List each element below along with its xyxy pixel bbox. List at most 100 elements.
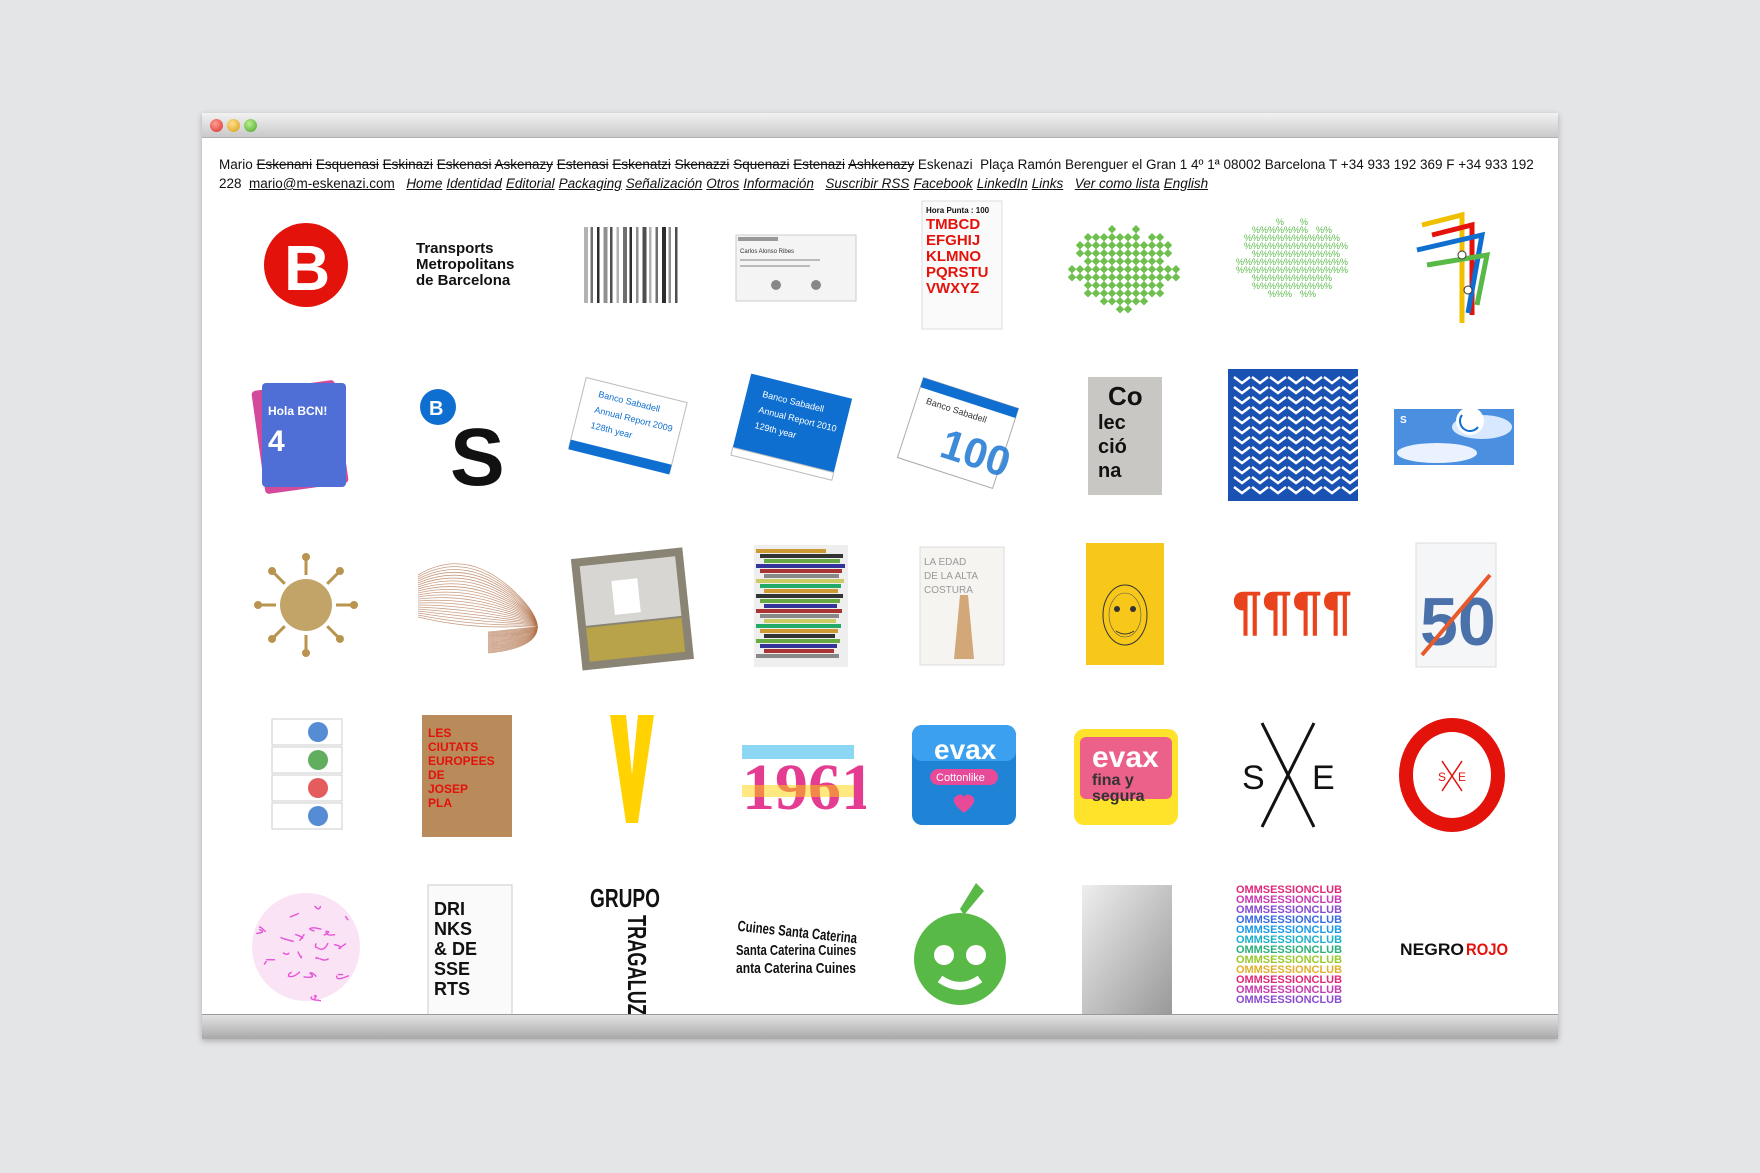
thumbnail-green-map-dragon[interactable] bbox=[1054, 195, 1194, 335]
svg-text:segura: segura bbox=[1092, 788, 1145, 805]
minimize-icon[interactable] bbox=[227, 119, 240, 132]
thumbnail-omm-session-club[interactable]: OMMSESSIONCLUB OMMSESSIONCLUB OMMSESSIONCL… bbox=[1218, 875, 1358, 1015]
thumbnail-portrait-strip-cards[interactable] bbox=[236, 705, 376, 845]
thumbnail-sxe-logo[interactable]: SE bbox=[1218, 705, 1358, 845]
thumbnail-negro-rojo-logo[interactable]: NEGRO ROJO bbox=[1382, 875, 1522, 1015]
svg-text:%: % bbox=[1324, 281, 1332, 291]
thumbnail-metro-number-one[interactable] bbox=[1382, 195, 1522, 335]
svg-text:S: S bbox=[1400, 415, 1407, 426]
yellow-v-logo-image bbox=[610, 715, 654, 823]
thumbnail-blue-chevron-pattern[interactable] bbox=[1218, 365, 1360, 505]
link-list-view[interactable]: Ver como lista bbox=[1075, 176, 1160, 191]
thumbnail-copper-wave-sculpture[interactable] bbox=[398, 535, 538, 675]
link-linkedin[interactable]: LinkedIn bbox=[977, 176, 1028, 191]
struck-name: Askenazy bbox=[494, 157, 554, 172]
svg-text:Carlos Alonso Ribes: Carlos Alonso Ribes bbox=[740, 249, 794, 255]
thumbnail-business-card[interactable]: Carlos Alonso Ribes bbox=[726, 195, 866, 335]
thumbnail-b-logo-red[interactable]: B bbox=[236, 195, 376, 335]
thumbnail-hola-bcn-cards[interactable]: Hola BCN! 4 bbox=[236, 365, 376, 505]
thumbnail-colorful-1961-type[interactable]: 1961 bbox=[726, 705, 874, 845]
nav-home[interactable]: Home bbox=[406, 176, 442, 191]
thumbnail-magenta-circle-pattern[interactable] bbox=[236, 875, 376, 1015]
pilcrow-logo-image: ¶¶¶¶ bbox=[1232, 581, 1352, 641]
close-icon[interactable] bbox=[210, 119, 223, 132]
thumbnail-tmb-wordmark[interactable]: Transports Metropolitans de Barcelona bbox=[398, 195, 538, 335]
hola-bcn-cards-image: Hola BCN! 4 bbox=[251, 380, 349, 494]
thumbnail-sabadell-100-book[interactable]: Banco Sabadell 100 bbox=[890, 365, 1030, 505]
nav-editorial[interactable]: Editorial bbox=[506, 176, 555, 191]
svg-text:%: % bbox=[1316, 281, 1324, 291]
thumbnail-annual-report-2009[interactable]: Banco Sabadell Annual Report 2009 128th ye… bbox=[562, 365, 702, 505]
annual-report-2009-image: Banco SabadellAnnual Report 2009128th ye… bbox=[568, 376, 688, 475]
svg-text:%: % bbox=[1284, 289, 1292, 299]
thumbnail-bs-logo[interactable]: BS bbox=[398, 365, 538, 505]
thumbnail-silver-book[interactable] bbox=[1054, 875, 1194, 1015]
nav-identidad[interactable]: Identidad bbox=[446, 176, 502, 191]
thumbnail-barcode-pattern[interactable] bbox=[562, 195, 702, 335]
thumbnail-ciutats-europees-book[interactable]: LES CIUTATS EUROPEES DE JOSEP PLA bbox=[398, 705, 538, 845]
svg-text:& DE: & DE bbox=[434, 939, 477, 959]
thumbnail-drinks-desserts-menu[interactable]: DRI NKS & DE SSE RTS bbox=[398, 875, 538, 1015]
svg-text:Co: Co bbox=[1108, 381, 1143, 411]
thumbnail-red-o-sxe-logo[interactable]: SE bbox=[1382, 705, 1522, 845]
thumbnail-green-percent-map[interactable]: %%%%%%%%%%%%%%%%%%%%%%%%%%%%%%%%%%%%%%%%… bbox=[1218, 195, 1358, 335]
svg-text:PQRSTU: PQRSTU bbox=[926, 264, 989, 281]
nav-informacion[interactable]: Información bbox=[743, 176, 814, 191]
thumbnail-yellow-portrait-book[interactable] bbox=[1054, 535, 1194, 675]
evax-fina-pack-image: evaxfina ysegura bbox=[1074, 729, 1178, 825]
thumbnail-cuines-santa-caterina[interactable]: Cuines Santa Caterina Santa Caterina Cuin… bbox=[726, 875, 866, 1015]
svg-text:DE LA ALTA: DE LA ALTA bbox=[924, 571, 978, 582]
svg-text:anta Caterina Cuines: anta Caterina Cuines bbox=[736, 960, 856, 977]
thumbnail-coleccion-book[interactable]: Co lec ció na bbox=[1054, 365, 1194, 505]
nav-senalizacion[interactable]: Señalización bbox=[626, 176, 703, 191]
last-name: Eskenazi bbox=[917, 157, 973, 172]
svg-text:RTS: RTS bbox=[434, 979, 470, 999]
link-rss[interactable]: Suscribir RSS bbox=[825, 176, 909, 191]
link-english[interactable]: English bbox=[1164, 176, 1208, 191]
nav-otros[interactable]: Otros bbox=[706, 176, 739, 191]
evax-cottonlike-pack-image: evax Cottonlike bbox=[912, 725, 1016, 825]
svg-text:E: E bbox=[1312, 759, 1335, 797]
thumbnail-annual-report-2010[interactable]: Banco Sabadell Annual Report 2010 129th ye… bbox=[726, 365, 866, 505]
thumbnail-la-edad-book[interactable]: LA EDAD DE LA ALTA COSTURA bbox=[890, 535, 1030, 675]
thumbnail-interior-photo-book[interactable] bbox=[562, 535, 702, 675]
thumbnail-hora-punta-poster[interactable]: Hora Punta : 100 TMBCD EFGHIJ KLMNO PQRSTU VW… bbox=[890, 195, 1030, 335]
thumbnail-green-apple-logo[interactable] bbox=[890, 875, 1030, 1015]
svg-text:%: % bbox=[1292, 281, 1300, 291]
link-links[interactable]: Links bbox=[1032, 176, 1064, 191]
thumbnail-pilcrow-logo[interactable]: ¶¶¶¶ bbox=[1218, 535, 1358, 675]
svg-text:fina y: fina y bbox=[1092, 772, 1134, 789]
thumbnail-gold-star-emblem[interactable] bbox=[236, 535, 376, 675]
colorful-1961-type-image: 1961 bbox=[742, 745, 874, 824]
copper-wave-sculpture-image bbox=[417, 563, 538, 654]
svg-text:NKS: NKS bbox=[434, 919, 472, 939]
svg-text:4: 4 bbox=[268, 425, 285, 458]
gold-star-emblem-image bbox=[254, 553, 358, 657]
svg-text:evax: evax bbox=[1092, 741, 1159, 774]
bs-logo-image: BS bbox=[420, 389, 505, 503]
svg-text:S: S bbox=[1242, 759, 1265, 797]
svg-text:B: B bbox=[284, 232, 330, 304]
svg-text:%: % bbox=[1340, 241, 1348, 251]
maximize-icon[interactable] bbox=[244, 119, 257, 132]
negro-rojo-logo-image: NEGRO ROJO bbox=[1400, 940, 1508, 963]
thumbnail-sky-card[interactable]: S bbox=[1382, 365, 1522, 505]
interior-photo-book-image bbox=[570, 547, 694, 671]
thumbnail-grupo-tragaluz[interactable]: GRUPO TRAGALUZ bbox=[562, 875, 702, 1015]
thumbnail-evax-cottonlike-pack[interactable]: evax Cottonlike bbox=[890, 705, 1030, 845]
thumbnail-evax-fina-pack[interactable]: evax fina y segura bbox=[1054, 705, 1194, 845]
thumbnail-yellow-v-logo[interactable] bbox=[562, 705, 702, 845]
svg-text:50: 50 bbox=[1420, 584, 1496, 660]
svg-text:S: S bbox=[450, 412, 505, 503]
svg-text:JOSEP: JOSEP bbox=[428, 782, 468, 796]
email-link[interactable]: mario@m-eskenazi.com bbox=[249, 176, 395, 191]
struck-name: Skenazzi bbox=[674, 157, 730, 172]
link-facebook[interactable]: Facebook bbox=[913, 176, 972, 191]
thumbnail-fifty-poster[interactable]: 50 bbox=[1382, 535, 1522, 675]
svg-text:DE: DE bbox=[428, 768, 445, 782]
svg-text:EFGHIJ: EFGHIJ bbox=[926, 232, 980, 249]
tmb-wordmark-image: TransportsMetropolitansde Barcelona bbox=[416, 240, 514, 289]
thumbnail-striped-photo-book[interactable] bbox=[726, 535, 866, 675]
nav-packaging[interactable]: Packaging bbox=[559, 176, 622, 191]
sabadell-100-book-image: Banco Sabadell100 bbox=[896, 376, 1020, 490]
